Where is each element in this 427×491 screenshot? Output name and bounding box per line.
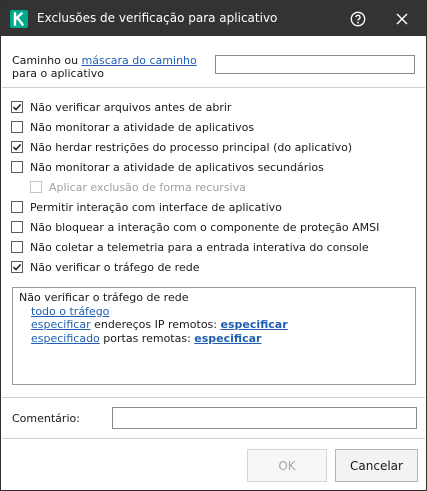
option-row[interactable]: Não verificar arquivos antes de abrir (11, 99, 231, 115)
checkbox[interactable] (11, 161, 23, 173)
checkbox[interactable] (11, 121, 23, 133)
ports-specified-link[interactable]: especificado (31, 332, 100, 345)
option-row[interactable]: Não herdar restrições do processo princi… (11, 139, 352, 155)
ip-value-link[interactable]: especificar (220, 318, 287, 331)
option-label: Não verificar o tráfego de rede (30, 260, 200, 274)
path-row: Caminho ou máscara do caminho para o apl… (12, 53, 417, 81)
help-button[interactable] (347, 8, 369, 30)
help-icon (350, 11, 366, 27)
checkmark-icon (12, 143, 22, 151)
divider (2, 397, 425, 398)
ip-specify-link[interactable]: especificar (31, 318, 91, 331)
path-input[interactable] (215, 55, 415, 74)
kaspersky-logo-icon (10, 10, 28, 28)
option-label: Não bloquear a interação com o component… (30, 220, 380, 234)
path-label-prefix: Caminho ou (12, 54, 82, 67)
ip-text: endereços IP remotos: (90, 318, 221, 331)
traffic-link[interactable]: todo o tráfego (31, 305, 109, 318)
close-button[interactable] (391, 8, 413, 30)
comment-label: Comentário: (12, 412, 80, 425)
title-bar: Exclusões de verificação para aplicativo (1, 1, 426, 36)
path-label: Caminho ou máscara do caminho para o apl… (12, 54, 212, 80)
summary-ip-line: especificar endereços IP remotos: especi… (19, 318, 409, 332)
option-row[interactable]: Não monitorar a atividade de aplicativos… (11, 159, 324, 175)
divider (2, 87, 425, 88)
checkmark-icon (12, 103, 22, 111)
option-label: Não monitorar a atividade de aplicativos (30, 120, 255, 134)
checkbox[interactable] (11, 141, 23, 153)
checkbox[interactable] (11, 241, 23, 253)
summary-ports-line: especificado portas remotas: especificar (19, 332, 409, 346)
option-row-disabled: Aplicar exclusão de forma recursiva (30, 179, 246, 195)
option-label: Não coletar a telemetria para a entrada … (30, 240, 369, 254)
summary-traffic-line: todo o tráfego (19, 305, 409, 319)
checkbox[interactable] (11, 101, 23, 113)
option-row[interactable]: Não coletar a telemetria para a entrada … (11, 239, 369, 255)
option-label: Não verificar arquivos antes de abrir (30, 100, 232, 114)
rule-summary-box: Não verificar o tráfego de rede todo o t… (12, 287, 416, 385)
exclusion-dialog: Exclusões de verificação para aplicativo… (0, 0, 427, 491)
option-label: Não monitorar a atividade de aplicativos… (30, 160, 324, 174)
close-icon (396, 13, 408, 25)
ports-text: portas remotas: (99, 331, 195, 345)
ok-button[interactable]: OK (247, 449, 327, 482)
option-row[interactable]: Não bloquear a interação com o component… (11, 219, 379, 235)
option-label: Não herdar restrições do processo princi… (30, 140, 353, 154)
checkbox-disabled (30, 181, 42, 193)
option-label: Permitir interação com interface de apli… (30, 200, 282, 214)
option-row[interactable]: Permitir interação com interface de apli… (11, 199, 282, 215)
option-row[interactable]: Não verificar o tráfego de rede (11, 259, 200, 275)
summary-heading: Não verificar o tráfego de rede (19, 291, 189, 304)
option-row[interactable]: Não monitorar a atividade de aplicativos (11, 119, 254, 135)
checkbox[interactable] (11, 221, 23, 233)
ports-value-link[interactable]: especificar (194, 332, 261, 345)
checkmark-icon (12, 263, 22, 271)
comment-input[interactable] (112, 407, 417, 429)
checkbox[interactable] (11, 261, 23, 273)
dialog-title: Exclusões de verificação para aplicativo (37, 11, 278, 25)
cancel-button[interactable]: Cancelar (335, 449, 418, 482)
option-label: Aplicar exclusão de forma recursiva (49, 180, 246, 194)
divider (2, 438, 425, 439)
checkbox[interactable] (11, 201, 23, 213)
path-mask-link[interactable]: máscara do caminho (82, 54, 197, 67)
path-label-suffix: para o aplicativo (12, 67, 104, 80)
